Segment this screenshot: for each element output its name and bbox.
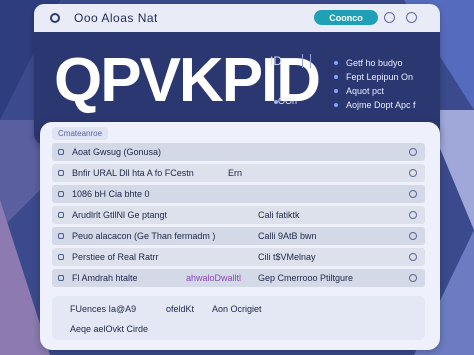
item-status: Cali fatiktk bbox=[258, 210, 300, 220]
hero-tag: ID bbox=[270, 54, 282, 68]
divider bbox=[302, 54, 303, 68]
info-icon[interactable] bbox=[409, 232, 417, 240]
hero-link[interactable]: Aojme Dopt Apc f bbox=[334, 98, 416, 112]
checkbox-icon[interactable] bbox=[58, 233, 64, 239]
info-icon[interactable] bbox=[409, 211, 417, 219]
list-item[interactable]: Aoat Gwsug (Gonusa) bbox=[52, 143, 425, 161]
refresh-icon[interactable] bbox=[409, 169, 417, 177]
hero-link-list: Getf ho budyo Fept Lepipun On Aquot pct … bbox=[334, 56, 416, 112]
panel-tab[interactable]: Cmateanroe bbox=[52, 127, 109, 140]
settings-icon[interactable] bbox=[384, 12, 395, 23]
list-item[interactable]: Bnfir URAL Dll hta A fo FCestn Ern bbox=[52, 164, 425, 182]
item-status: Gep Cmerrooo Ptiltgure bbox=[258, 273, 354, 283]
checkbox-icon[interactable] bbox=[58, 212, 64, 218]
item-label: Arudlrlt GtllNl Ge ptangt bbox=[72, 210, 168, 220]
item-label: Perstiee of Real Ratrr bbox=[72, 252, 159, 262]
footer-panel: FUences Ia@A9 ofeldKt Aon Ocrigiet Aeqe … bbox=[52, 296, 425, 340]
list-item[interactable]: Perstiee of Real Ratrr Cili t$VMelnay bbox=[52, 248, 425, 266]
item-status: Calli 9AtB bwn bbox=[258, 231, 317, 241]
hero-small-label: OOn bbox=[278, 96, 298, 106]
primary-button[interactable]: Coonco bbox=[314, 10, 378, 25]
checkbox-icon[interactable] bbox=[58, 149, 64, 155]
item-highlight: ahwaloDwalltl bbox=[186, 273, 242, 283]
hero-link[interactable]: Aquot pct bbox=[334, 84, 416, 98]
checkbox-icon[interactable] bbox=[58, 191, 64, 197]
info-icon[interactable] bbox=[409, 148, 417, 156]
divider bbox=[310, 54, 311, 68]
info-icon[interactable] bbox=[409, 190, 417, 198]
titlebar: Ooo Aloas Nat Coonco bbox=[34, 4, 440, 32]
checkbox-icon[interactable] bbox=[58, 254, 64, 260]
list-item[interactable]: Fl Amdrah htalte ahwaloDwalltl Gep Cmerr… bbox=[52, 269, 425, 287]
hero-link[interactable]: Fept Lepipun On bbox=[334, 70, 416, 84]
item-label: Peuo alacacon (Ge Than fermadm ) bbox=[72, 231, 216, 241]
list-item[interactable]: 1086 bH Cia bhte 0 bbox=[52, 185, 425, 203]
info-icon[interactable] bbox=[409, 274, 417, 282]
info-icon[interactable] bbox=[409, 253, 417, 261]
list-item[interactable]: Peuo alacacon (Ge Than fermadm ) Calli 9… bbox=[52, 227, 425, 245]
close-icon[interactable] bbox=[406, 12, 417, 23]
list-item[interactable]: Arudlrlt GtllNl Ge ptangt Cali fatiktk bbox=[52, 206, 425, 224]
footer-right: Aon Ocrigiet bbox=[212, 304, 262, 314]
item-label: 1086 bH Cia bhte 0 bbox=[72, 189, 150, 199]
footer-line2: Aeqe aelOvkt Cirde bbox=[70, 324, 149, 334]
checkbox-icon[interactable] bbox=[58, 275, 64, 281]
item-status: Cili t$VMelnay bbox=[258, 252, 316, 262]
checkbox-icon[interactable] bbox=[58, 170, 64, 176]
item-list: Aoat Gwsug (Gonusa) Bnfir URAL Dll hta A… bbox=[52, 143, 425, 290]
target-icon[interactable] bbox=[50, 13, 60, 23]
footer-mid: ofeldKt bbox=[166, 304, 195, 314]
window-title: Ooo Aloas Nat bbox=[74, 11, 158, 25]
hero-link[interactable]: Getf ho budyo bbox=[334, 56, 416, 70]
footer-left: FUences Ia@A9 bbox=[70, 304, 137, 314]
item-label: Bnfir URAL Dll hta A fo FCestn bbox=[72, 168, 194, 178]
item-label: Aoat Gwsug (Gonusa) bbox=[72, 147, 162, 157]
item-value: Ern bbox=[228, 168, 243, 178]
